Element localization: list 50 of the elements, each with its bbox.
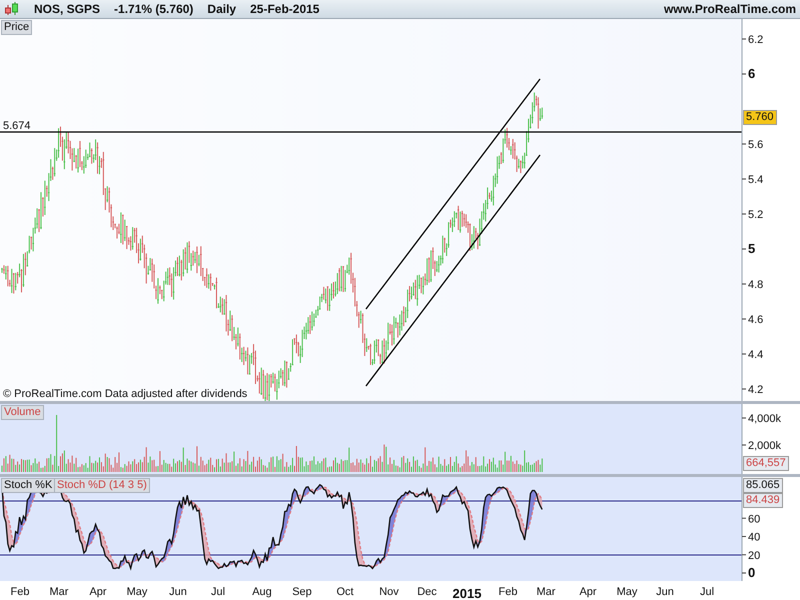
stochastic-axis-label: 20 — [742, 550, 760, 562]
price-axis-label: 6.2 — [742, 34, 764, 46]
time-axis-label: 2015 — [452, 586, 482, 600]
time-axis-label: Apr — [579, 586, 597, 598]
last-price-marker: 5.760 — [743, 110, 777, 125]
volume-axis-label: 4,000k — [742, 413, 782, 425]
time-axis-label: Jun — [169, 586, 187, 598]
date-label: 25-Feb-2015 — [250, 2, 320, 16]
price-axis-label: 4.6 — [742, 314, 764, 326]
price-axis-label: 4.2 — [742, 384, 764, 396]
time-axis-label: Sep — [292, 586, 312, 598]
stochastic-axis-label: 40 — [742, 532, 760, 544]
price-axis-label: 4.8 — [742, 279, 764, 291]
time-axis-label: Mar — [536, 586, 556, 598]
price-axis-label: 5.4 — [742, 174, 764, 186]
last-volume-marker: 664,557 — [743, 456, 789, 471]
d-value-marker: 84.439 — [743, 493, 783, 508]
price-axis-label: 5 — [742, 241, 756, 256]
time-axis-label: Jul — [210, 586, 226, 598]
period-label: Daily — [207, 2, 236, 16]
time-axis-label: Apr — [89, 586, 107, 598]
pane-label: Stoch %K — [1, 478, 56, 493]
price-axis-label: 5.2 — [742, 209, 764, 221]
price-change: -1.71% (5.760) — [114, 2, 194, 16]
price-axis-label: 5.6 — [742, 139, 764, 151]
candlestick-icon — [4, 2, 20, 16]
pane-label: Stoch %D (14 3 5) — [54, 478, 150, 493]
time-axis-label: Jul — [700, 586, 714, 598]
time-axis-label: Feb — [10, 586, 30, 598]
time-axis-label: May — [616, 586, 638, 598]
pane-label: Price — [1, 20, 32, 35]
price-axis-label: 6 — [742, 66, 756, 81]
price-axis-label: 4.4 — [742, 349, 764, 361]
pane-label: Volume — [1, 405, 44, 420]
site-address: www.ProRealTime.com — [664, 2, 796, 16]
time-axis-label: Jun — [656, 586, 674, 598]
level-value: 5.674 — [3, 120, 31, 132]
time-axis-label: Mar — [50, 586, 68, 598]
time-axis-label: May — [126, 586, 148, 598]
stochastic-axis-label: 60 — [742, 513, 760, 526]
time-axis-label: Oct — [336, 586, 354, 598]
time-axis-label: Feb — [498, 586, 518, 598]
volume-axis-label: 2,000k — [742, 440, 782, 452]
stochastic-axis-label: 0 — [742, 565, 756, 580]
time-axis-label: Dec — [417, 586, 437, 598]
k-value-marker: 85.065 — [743, 478, 783, 493]
data-source-note: © ProRealTime.com Data adjusted after dividends — [3, 388, 248, 400]
instrument-name: NOS, SGPS — [34, 2, 100, 16]
time-axis-label: Aug — [252, 586, 272, 598]
time-axis-label: Nov — [379, 586, 399, 598]
